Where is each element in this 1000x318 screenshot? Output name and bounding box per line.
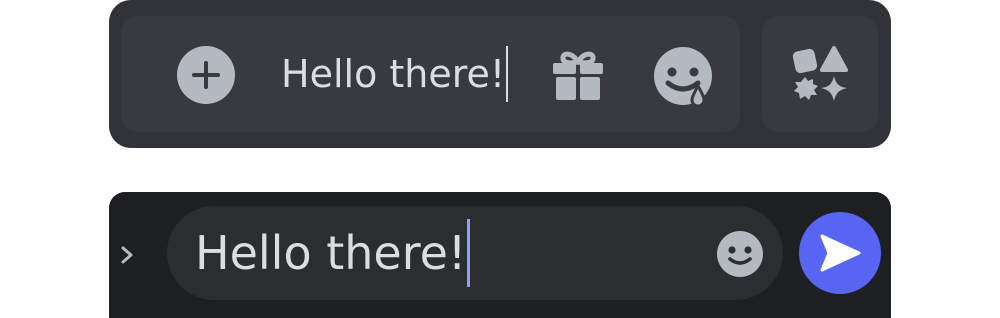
send-button[interactable]	[799, 212, 881, 294]
mobile-composer: Hello there!	[109, 192, 891, 318]
mobile-message-text: Hello there!	[195, 226, 467, 280]
send-arrow-icon	[820, 234, 861, 272]
gift-icon[interactable]	[551, 48, 605, 102]
desktop-message-text: Hello there!	[281, 52, 506, 96]
desktop-message-box[interactable]: Hello there!	[121, 16, 740, 132]
mobile-message-box[interactable]: Hello there!	[167, 206, 783, 300]
drooling-emoji-icon[interactable]	[653, 46, 713, 106]
desktop-composer: Hello there!	[109, 0, 891, 148]
plus-circle-icon[interactable]	[177, 46, 235, 104]
mobile-message-field[interactable]: Hello there!	[195, 206, 471, 300]
apps-button[interactable]	[762, 16, 878, 132]
chevron-right-icon[interactable]	[117, 240, 137, 270]
text-caret	[506, 45, 509, 102]
smile-emoji-icon[interactable]	[717, 231, 763, 277]
desktop-message-field[interactable]: Hello there!	[281, 16, 509, 132]
text-caret	[467, 218, 471, 287]
apps-shapes-icon	[792, 46, 848, 101]
